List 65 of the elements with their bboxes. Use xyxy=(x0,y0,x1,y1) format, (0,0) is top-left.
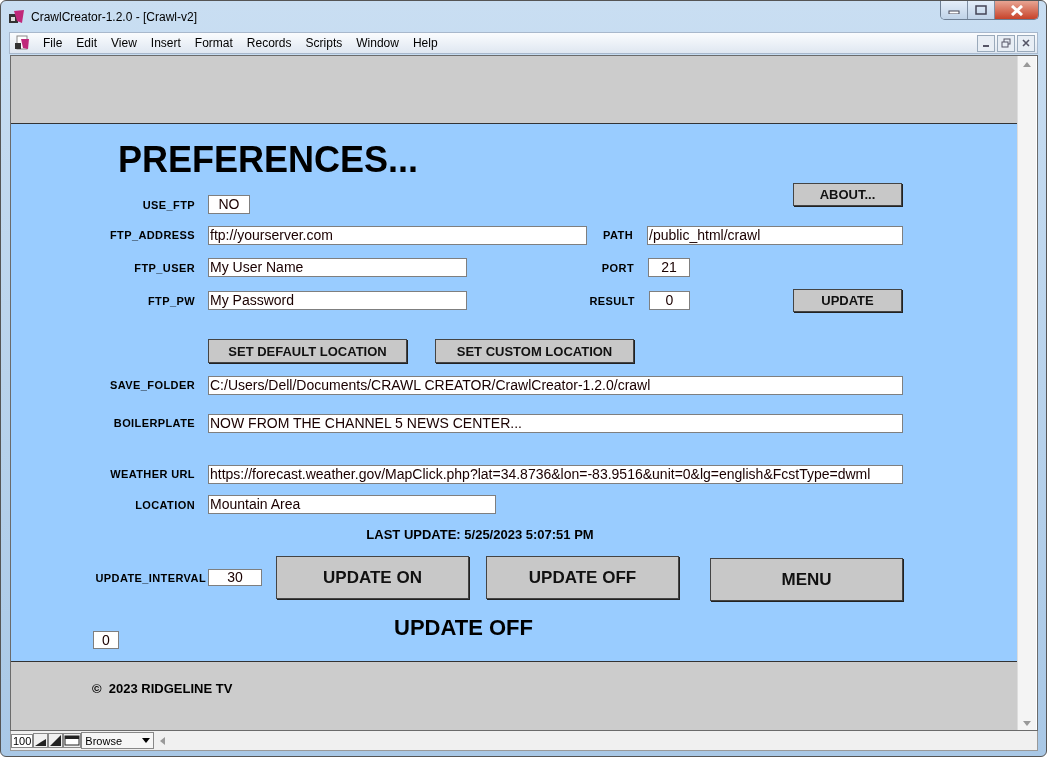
close-button[interactable] xyxy=(995,1,1038,19)
action-button[interactable]: UPDATE ON xyxy=(276,556,469,599)
input-field[interactable]: 21 xyxy=(648,258,690,277)
field-label: RESULT xyxy=(588,294,636,307)
update-button[interactable]: UPDATE xyxy=(793,289,902,312)
menu-item[interactable]: File xyxy=(36,36,70,50)
scroll-left-icon[interactable] xyxy=(160,736,166,745)
field-label: USE_FTP xyxy=(141,198,196,211)
location-button[interactable]: SET CUSTOM LOCATION xyxy=(435,339,634,363)
field-label: FTP_USER xyxy=(133,261,196,274)
menu-item[interactable]: Format xyxy=(187,36,240,50)
input-field[interactable]: NOW FROM THE CHANNEL 5 NEWS CENTER... xyxy=(208,413,903,433)
field-label: UPDATE_INTERVAL xyxy=(94,571,207,584)
about-button[interactable]: ABOUT... xyxy=(793,183,902,206)
zoom-level[interactable]: 100 xyxy=(11,733,34,748)
app-icon xyxy=(8,8,26,25)
field-label: PORT xyxy=(600,261,635,274)
page-heading: PREFERENCES... xyxy=(118,140,420,180)
input-field[interactable]: 0 xyxy=(649,291,690,310)
field-label: LOCATION xyxy=(134,498,196,511)
scroll-down-icon[interactable] xyxy=(1023,721,1031,726)
input-field[interactable]: ftp://yourserver.com xyxy=(208,225,587,245)
restore-icon xyxy=(1001,38,1011,48)
menu-item[interactable]: Window xyxy=(349,36,406,50)
window-title: CrawlCreator-1.2.0 - [Crawl-v2] xyxy=(31,9,198,24)
field-label: BOILERPLATE xyxy=(112,417,196,429)
action-button[interactable]: UPDATE OFF xyxy=(486,556,679,599)
restore-button[interactable] xyxy=(997,34,1015,52)
input-field[interactable]: /public_html/crawl xyxy=(647,225,903,245)
input-field[interactable]: https://forecast.weather.gov/MapClick.php?lat=34.8736&lon=-83.9516&unit=0&lg=english&FcstType=dwml xyxy=(208,464,903,484)
zoom-in-icon[interactable] xyxy=(48,733,64,748)
field-label: SAVE_FOLDER xyxy=(109,379,196,391)
close-icon xyxy=(1022,39,1030,47)
field-label: FTP_ADDRESS xyxy=(108,229,196,241)
input-field[interactable]: C:/Users/Dell/Documents/CRAWL CREATOR/CrawlCreator-1.2.0/crawl xyxy=(208,375,903,395)
field-label: FTP_PW xyxy=(147,294,196,307)
input-field[interactable]: My Password xyxy=(208,291,467,310)
counter-field[interactable]: 0 xyxy=(93,631,119,649)
input-field[interactable]: 30 xyxy=(208,569,262,586)
toggle-field[interactable]: NO xyxy=(208,195,250,214)
menu-item[interactable]: Insert xyxy=(143,36,188,50)
field-label: PATH xyxy=(602,229,634,241)
update-status-text: UPDATE OFF xyxy=(394,615,533,641)
copyright-text: © 2023 RIDGELINE TV xyxy=(92,681,233,696)
maximize-button[interactable] xyxy=(968,1,995,19)
mode-dropdown[interactable]: Browse xyxy=(81,732,155,749)
minimize-button[interactable] xyxy=(977,34,995,52)
status-bar-toggle-icon[interactable] xyxy=(63,733,82,748)
menu-item[interactable]: Scripts xyxy=(298,36,350,50)
last-update-text: LAST UPDATE: 5/25/2023 5:07:51 PM xyxy=(366,526,594,542)
close-button[interactable] xyxy=(1017,34,1035,52)
menu-item[interactable]: Records xyxy=(239,36,299,50)
caret-icon xyxy=(142,738,151,743)
input-field[interactable]: My User Name xyxy=(208,258,467,277)
scroll-up-icon[interactable] xyxy=(1023,62,1031,67)
close-icon xyxy=(1009,4,1024,16)
menu-item[interactable]: Help xyxy=(405,36,445,50)
field-label: WEATHER URL xyxy=(109,468,196,480)
maximize-icon xyxy=(975,5,987,15)
zoom-out-icon[interactable] xyxy=(33,733,49,748)
input-field[interactable]: Mountain Area xyxy=(208,495,496,514)
menu-item[interactable]: Edit xyxy=(69,36,105,50)
action-button[interactable]: MENU xyxy=(710,558,903,601)
menu-item[interactable]: View xyxy=(104,36,144,50)
location-button[interactable]: SET DEFAULT LOCATION xyxy=(208,339,407,363)
